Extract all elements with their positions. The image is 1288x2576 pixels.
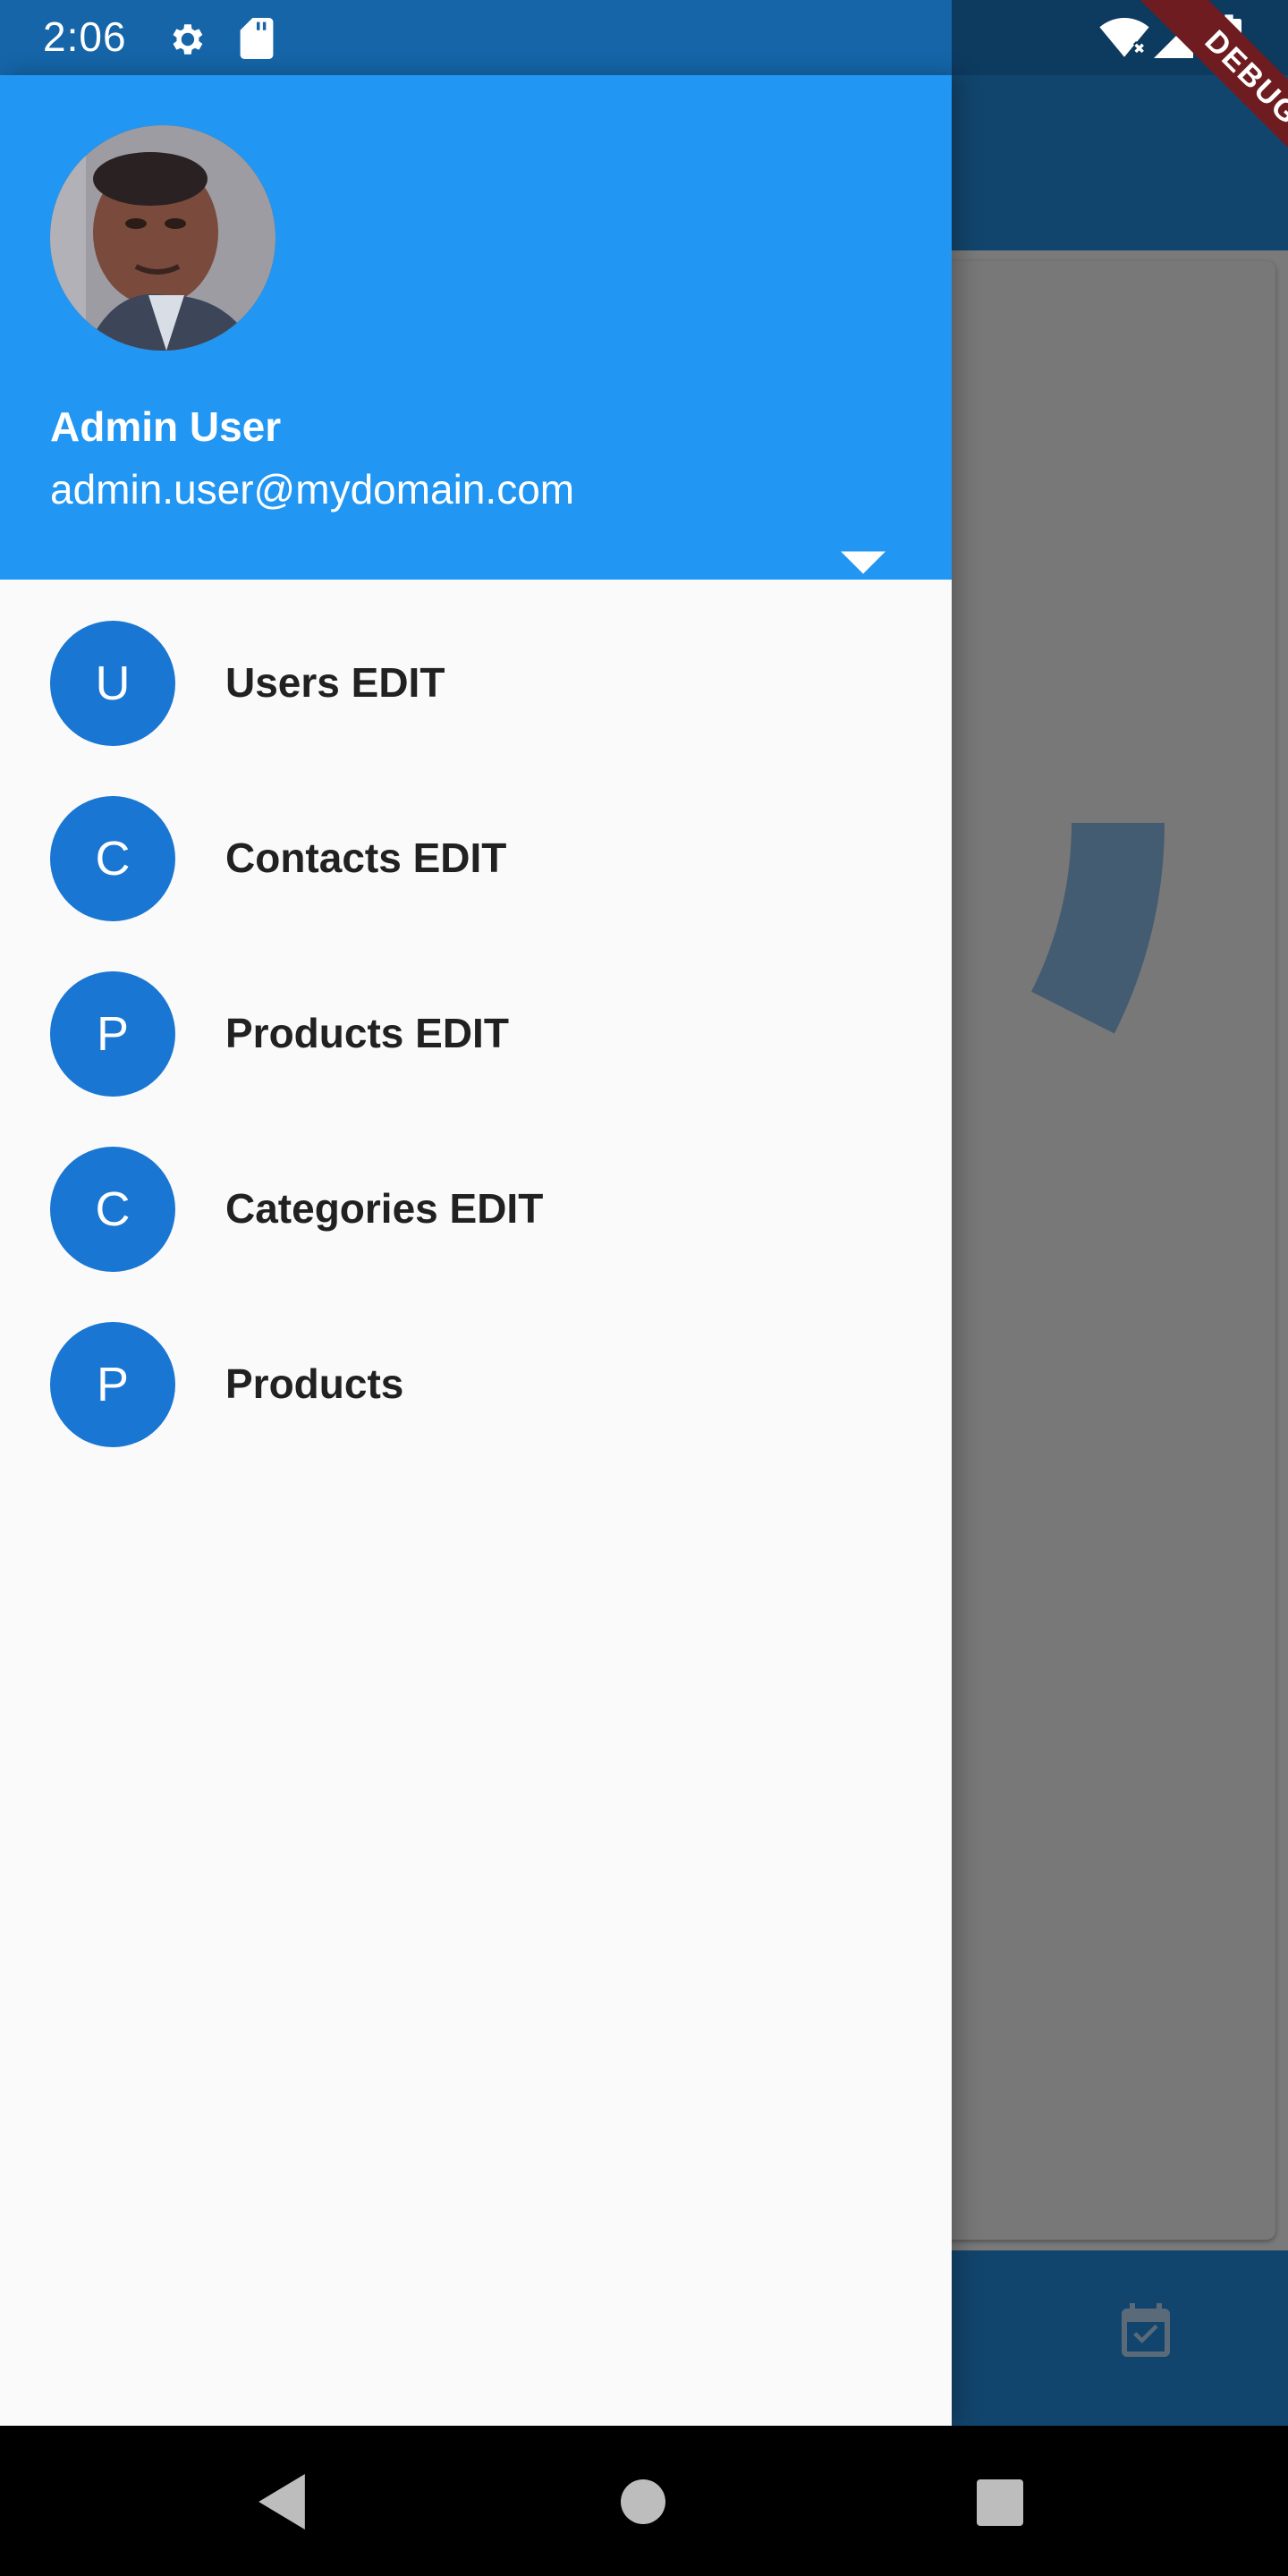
- account-avatar[interactable]: [50, 125, 275, 351]
- drawer-item-products-edit[interactable]: P Products EDIT: [0, 946, 952, 1122]
- drawer-item-categories-edit[interactable]: C Categories EDIT: [0, 1122, 952, 1297]
- drawer-item-contacts-edit[interactable]: C Contacts EDIT: [0, 771, 952, 946]
- status-time: 2:06: [43, 13, 127, 60]
- back-icon[interactable]: [258, 2474, 306, 2529]
- drawer-item-label: Products EDIT: [225, 1010, 509, 1056]
- recents-icon[interactable]: [977, 2479, 1023, 2526]
- item-initial-avatar: C: [50, 1147, 175, 1272]
- item-initial-avatar: C: [50, 796, 175, 921]
- drawer-header: Admin User admin.user@mydomain.com: [0, 75, 952, 580]
- home-icon[interactable]: [621, 2479, 665, 2524]
- item-initial-avatar: P: [50, 971, 175, 1097]
- wifi-icon: [1099, 18, 1149, 57]
- drawer-item-users-edit[interactable]: U Users EDIT: [0, 596, 952, 771]
- drawer-menu-list: U Users EDIT C Contacts EDIT P Products …: [0, 580, 952, 1472]
- drawer-item-label: Users EDIT: [225, 659, 445, 706]
- navigation-drawer: Admin User admin.user@mydomain.com U Use…: [0, 75, 952, 2426]
- calendar-check-icon[interactable]: [1114, 2299, 1178, 2367]
- drawer-item-label: Categories EDIT: [225, 1185, 544, 1232]
- profile-photo: [50, 125, 275, 351]
- item-initial-avatar: U: [50, 621, 175, 746]
- arrow-drop-down-icon[interactable]: [841, 549, 886, 576]
- drawer-item-label: Products: [225, 1360, 404, 1407]
- item-initial-avatar: P: [50, 1322, 175, 1447]
- settings-icon: [173, 24, 203, 55]
- drawer-item-products[interactable]: P Products: [0, 1297, 952, 1472]
- sd-card-icon: [240, 18, 274, 59]
- account-email: admin.user@mydomain.com: [50, 466, 575, 513]
- account-name: Admin User: [50, 403, 282, 450]
- screen: 2:06 DEBUG Admin User admin.user@mydomai…: [0, 0, 1288, 2576]
- status-bar: 2:06: [0, 0, 1288, 75]
- drawer-item-label: Contacts EDIT: [225, 835, 507, 881]
